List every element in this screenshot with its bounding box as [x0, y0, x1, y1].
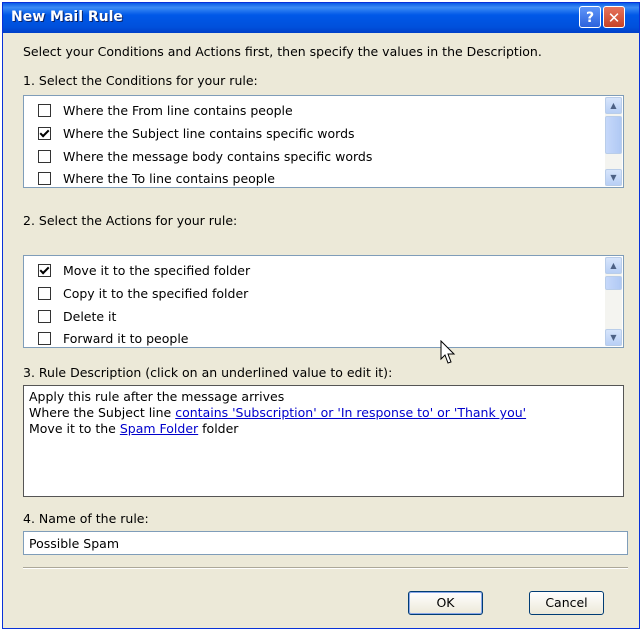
description-line: Move it to the Spam Folder folder [29, 421, 618, 437]
subject-words-link[interactable]: contains 'Subscription' or 'In response … [175, 405, 526, 420]
condition-label: Where the message body contains specific… [63, 148, 373, 164]
title-bar[interactable]: New Mail Rule ? ✕ [3, 3, 639, 33]
scroll-up-button[interactable]: ▲ [605, 257, 622, 274]
condition-label: Where the From line contains people [63, 102, 293, 118]
new-mail-rule-dialog: New Mail Rule ? ✕ Select your Conditions… [2, 2, 640, 629]
action-checkbox[interactable] [38, 309, 51, 323]
ok-button[interactable]: OK [408, 591, 483, 615]
scroll-thumb[interactable] [605, 276, 622, 290]
scroll-down-arrow-icon: ▼ [610, 173, 617, 182]
rule-description-box: Apply this rule after the message arrive… [23, 385, 624, 497]
action-label: Copy it to the specified folder [63, 285, 249, 301]
scroll-up-arrow-icon: ▲ [610, 101, 617, 110]
separator [23, 567, 628, 569]
action-item[interactable]: Delete it [38, 305, 116, 327]
condition-item[interactable]: Where the From line contains people [38, 99, 293, 121]
description-label: 3. Rule Description (click on an underli… [23, 365, 393, 380]
actions-list[interactable]: Move it to the specified folder Copy it … [23, 255, 624, 348]
action-checkbox[interactable] [38, 286, 51, 300]
condition-checkbox[interactable] [38, 126, 51, 140]
description-line: Where the Subject line contains 'Subscri… [29, 405, 618, 421]
action-label: Delete it [63, 308, 117, 324]
action-item[interactable]: Move it to the specified folder [38, 259, 250, 281]
close-icon: ✕ [607, 9, 621, 27]
condition-item[interactable]: Where the To line contains people [38, 167, 275, 189]
help-button[interactable]: ? [579, 6, 601, 28]
action-checkbox[interactable] [38, 263, 51, 277]
rule-name-input[interactable] [23, 531, 628, 555]
condition-checkbox[interactable] [38, 171, 51, 185]
description-line: Apply this rule after the message arrive… [29, 389, 285, 404]
action-checkbox[interactable] [38, 331, 51, 345]
rule-name-label: 4. Name of the rule: [23, 511, 149, 526]
action-label: Forward it to people [63, 330, 189, 346]
action-label: Move it to the specified folder [63, 262, 251, 278]
condition-item[interactable]: Where the Subject line contains specific… [38, 122, 355, 144]
window-title: New Mail Rule [11, 9, 123, 25]
action-item[interactable]: Copy it to the specified folder [38, 282, 248, 304]
scroll-down-button[interactable]: ▼ [605, 169, 622, 186]
scroll-down-button[interactable]: ▼ [605, 329, 622, 346]
description-text: folder [198, 421, 239, 436]
action-item[interactable]: Forward it to people [38, 327, 188, 349]
condition-checkbox[interactable] [38, 149, 51, 163]
conditions-list[interactable]: Where the From line contains people Wher… [23, 95, 624, 188]
cancel-button[interactable]: Cancel [529, 591, 604, 615]
condition-label: Where the To line contains people [63, 170, 275, 186]
scroll-up-button[interactable]: ▲ [605, 97, 622, 114]
close-button[interactable]: ✕ [603, 6, 625, 28]
help-icon: ? [585, 10, 595, 26]
condition-label: Where the Subject line contains specific… [63, 125, 355, 141]
conditions-label: 1. Select the Conditions for your rule: [23, 73, 258, 88]
actions-scrollbar[interactable]: ▲ ▼ [605, 257, 622, 346]
instructions-text: Select your Conditions and Actions first… [23, 44, 542, 59]
scroll-thumb[interactable] [605, 116, 622, 154]
scroll-up-arrow-icon: ▲ [610, 261, 617, 270]
condition-item[interactable]: Where the message body contains specific… [38, 145, 372, 167]
spam-folder-link[interactable]: Spam Folder [120, 421, 198, 436]
mouse-pointer-icon [440, 340, 456, 364]
description-text: Move it to the [29, 421, 120, 436]
condition-checkbox[interactable] [38, 103, 51, 117]
scroll-down-arrow-icon: ▼ [610, 333, 617, 342]
conditions-scrollbar[interactable]: ▲ ▼ [605, 97, 622, 186]
actions-label: 2. Select the Actions for your rule: [23, 213, 238, 228]
description-text: Where the Subject line [29, 405, 176, 420]
